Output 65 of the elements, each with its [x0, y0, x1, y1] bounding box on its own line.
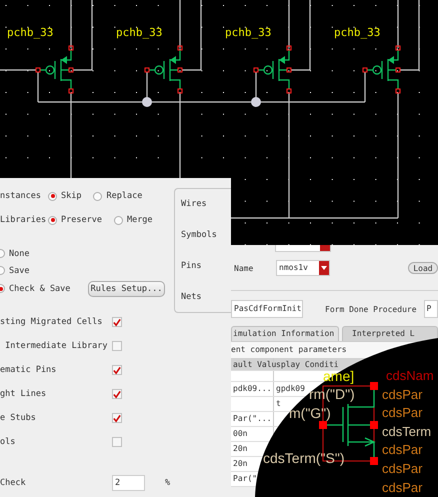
junction-dot	[142, 97, 152, 107]
dropdown-field[interactable]: nmos1v	[276, 260, 330, 276]
column-header[interactable]: splay Conditi	[274, 358, 340, 370]
column-header[interactable]: ault Valu	[231, 358, 274, 370]
checkbox-label: Intermediate Library	[4, 341, 108, 351]
option-label: None	[9, 248, 30, 258]
instance-label: pchb_33	[7, 26, 54, 39]
number-field[interactable]: 2	[112, 475, 145, 491]
rules-setup-button[interactable]: Rules Setup...	[88, 280, 165, 296]
field-label: Libraries	[0, 215, 48, 225]
symbol-label: cdsPar	[382, 461, 422, 476]
table-cell: pdk09...	[231, 382, 274, 396]
checkbox-label: ematic Pins	[0, 365, 58, 375]
symbol-label: cdsPar	[382, 405, 422, 420]
instance-label: pchb_33	[116, 26, 162, 39]
transistor-drawing	[36, 46, 74, 94]
symbol-label: cdsPar	[382, 387, 422, 402]
symbol-label: cdsNam	[386, 368, 434, 383]
field-label: Form Done Procedure	[325, 304, 417, 314]
checkbox[interactable]	[112, 365, 122, 375]
option-label: Save	[9, 266, 30, 276]
panel-item[interactable]: Pins	[181, 260, 231, 271]
checkbox[interactable]	[112, 341, 122, 351]
radio-button[interactable]	[48, 216, 57, 224]
panel-item[interactable]: Symbols	[181, 230, 231, 240]
load-button[interactable]: Load	[408, 262, 438, 274]
tab[interactable]: Interpreted L	[342, 326, 438, 341]
checkbox-label: ols	[0, 437, 16, 447]
junction-dot	[251, 97, 261, 107]
table-cell: Par("...	[231, 412, 274, 426]
transistor-drawing	[144, 46, 182, 94]
option-label: Preserve	[61, 215, 102, 225]
checkbox[interactable]	[112, 317, 122, 327]
instance-label: pchb_33	[225, 26, 272, 39]
option-label: Merge	[126, 215, 153, 225]
checkbox-label: ght Lines	[0, 389, 48, 399]
option-label: Skip	[61, 191, 82, 201]
field-label: Check	[0, 478, 27, 488]
radio-button[interactable]	[48, 192, 57, 200]
field-label: Name	[233, 264, 254, 272]
text-field[interactable]: PasCdfFormInit	[231, 300, 303, 318]
checkbox-label: sting Migrated Cells	[0, 317, 104, 327]
transistor-drawing	[254, 46, 292, 94]
text-field[interactable]: P	[424, 300, 438, 318]
instance-label: pchb_33	[334, 26, 380, 39]
field-label: nstances	[0, 191, 42, 201]
option-label: Check & Save	[9, 284, 70, 294]
table-cell-text: gpdk09	[275, 383, 306, 395]
transistor-drawing	[362, 46, 400, 94]
radio-button[interactable]	[114, 216, 123, 224]
checkbox[interactable]	[112, 389, 122, 399]
dropdown-field[interactable]	[275, 245, 331, 252]
table-cell-text: t	[275, 398, 282, 410]
symbol-label: cdsTerm	[382, 424, 432, 439]
unit-label: %	[165, 478, 170, 488]
symbol-label: cdsPar	[382, 442, 422, 457]
tab[interactable]: imulation Information	[231, 326, 339, 341]
checkbox[interactable]	[112, 437, 122, 447]
symbol-label: cdsPar	[382, 480, 422, 495]
radio-button[interactable]	[93, 192, 102, 200]
checkbox-label: e Stubs	[0, 413, 37, 423]
option-label: Replace	[106, 191, 142, 201]
checkbox[interactable]	[112, 413, 122, 423]
panel-item[interactable]: Nets	[181, 292, 231, 302]
panel-item[interactable]: Wires	[181, 199, 231, 210]
